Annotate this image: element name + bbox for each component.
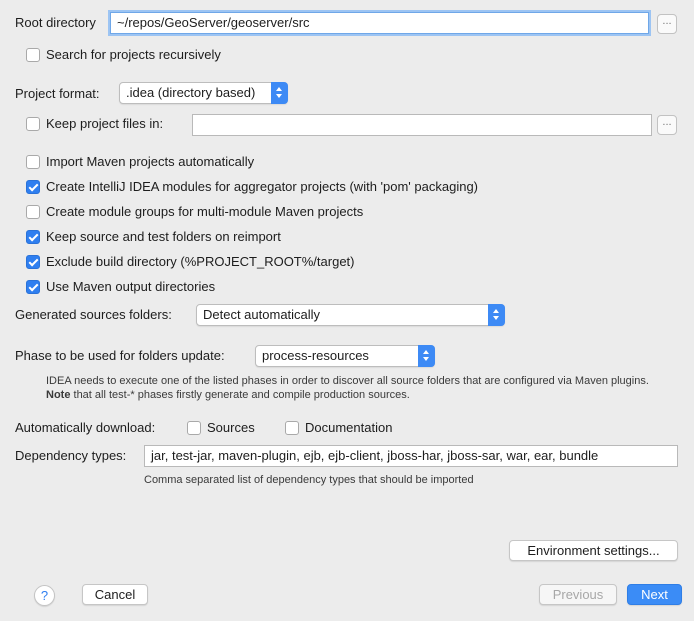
dependency-types-input[interactable]: jar, test-jar, maven-plugin, ejb, ejb-cl… xyxy=(144,445,678,467)
phase-note-rest: that all test-* phases firstly generate … xyxy=(70,389,410,401)
search-recursively-checkbox[interactable] xyxy=(26,48,40,62)
exclude-build-directory-checkbox[interactable] xyxy=(26,255,40,269)
project-format-value: .idea (directory based) xyxy=(126,85,256,100)
option-label: Exclude build directory (%PROJECT_ROOT%/… xyxy=(46,254,355,269)
auto-download-label: Automatically download: xyxy=(15,420,156,435)
phase-note-line1: IDEA needs to execute one of the listed … xyxy=(46,375,649,387)
environment-settings-button[interactable]: Environment settings... xyxy=(509,540,678,561)
create-module-groups-checkbox[interactable] xyxy=(26,205,40,219)
download-documentation-label: Documentation xyxy=(305,420,393,435)
next-button[interactable]: Next xyxy=(627,584,682,605)
phase-note-line2: Note that all test-* phases firstly gene… xyxy=(46,388,410,402)
root-directory-browse-button[interactable]: ... xyxy=(657,14,677,34)
option-label: Keep source and test folders on reimport xyxy=(46,229,281,244)
chevron-updown-icon xyxy=(488,304,505,326)
keep-project-files-label: Keep project files in: xyxy=(46,116,164,131)
previous-button[interactable]: Previous xyxy=(539,584,617,605)
download-sources-checkbox[interactable] xyxy=(187,421,201,435)
phase-select[interactable]: process-resources xyxy=(255,345,435,367)
generated-sources-label: Generated sources folders: xyxy=(15,307,172,322)
option-label: Use Maven output directories xyxy=(46,279,216,294)
create-aggregator-modules-checkbox[interactable] xyxy=(26,180,40,194)
option-label: Create module groups for multi-module Ma… xyxy=(46,204,364,219)
keep-source-test-folders-checkbox[interactable] xyxy=(26,230,40,244)
use-maven-output-dirs-checkbox[interactable] xyxy=(26,280,40,294)
phase-label: Phase to be used for folders update: xyxy=(15,348,225,363)
project-format-select[interactable]: .idea (directory based) xyxy=(119,82,288,104)
search-recursively-label: Search for projects recursively xyxy=(46,47,221,62)
keep-project-files-browse-button[interactable]: ... xyxy=(657,115,677,135)
option-label: Create IntelliJ IDEA modules for aggrega… xyxy=(46,179,479,194)
dependency-types-label: Dependency types: xyxy=(15,448,127,463)
generated-sources-select[interactable]: Detect automatically xyxy=(196,304,505,326)
project-format-label: Project format: xyxy=(15,86,100,101)
phase-value: process-resources xyxy=(262,348,369,363)
chevron-updown-icon xyxy=(418,345,435,367)
download-sources-label: Sources xyxy=(207,420,255,435)
help-button[interactable]: ? xyxy=(34,585,55,606)
root-directory-label: Root directory xyxy=(15,15,96,30)
chevron-updown-icon xyxy=(271,82,288,104)
phase-note-bold: Note xyxy=(46,389,71,401)
download-documentation-checkbox[interactable] xyxy=(285,421,299,435)
import-maven-automatically-checkbox[interactable] xyxy=(26,155,40,169)
keep-project-files-input[interactable] xyxy=(192,114,652,136)
root-directory-input[interactable]: ~/repos/GeoServer/geoserver/src xyxy=(110,12,649,34)
keep-project-files-checkbox[interactable] xyxy=(26,117,40,131)
dependency-types-hint: Comma separated list of dependency types… xyxy=(144,474,474,486)
option-label: Import Maven projects automatically xyxy=(46,154,255,169)
generated-sources-value: Detect automatically xyxy=(203,307,321,322)
cancel-button[interactable]: Cancel xyxy=(82,584,148,605)
